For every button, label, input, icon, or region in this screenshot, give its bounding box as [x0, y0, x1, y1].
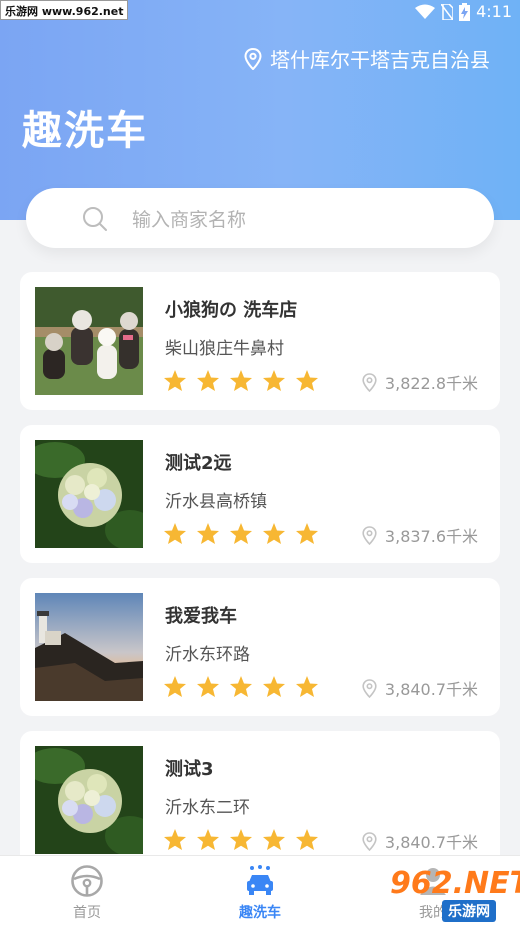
- page-title: 趣洗车: [22, 108, 148, 154]
- shop-address: 沂水东环路: [165, 645, 250, 665]
- search-icon: [83, 207, 107, 231]
- location-label: 塔什库尔干塔吉克自治县: [270, 48, 490, 72]
- rating-stars: [163, 675, 319, 698]
- shop-list: 小狼狗の 洗车店 柴山狼庄牛鼻村 3,822.8千米 测试2远 沂水县高桥镇 3…: [20, 272, 500, 884]
- search-input[interactable]: 输入商家名称: [26, 188, 494, 248]
- star-icon: [197, 523, 219, 544]
- location-pin-icon: [362, 831, 377, 851]
- star-icon: [164, 829, 186, 850]
- distance-label: 3,822.8千米: [384, 374, 478, 393]
- location-pin-icon: [362, 678, 377, 698]
- location-pin-icon: [244, 47, 262, 70]
- shop-distance: 3,822.8千米: [362, 370, 478, 394]
- distance-label: 3,840.7千米: [384, 680, 478, 699]
- watermark-site-text: 乐游网: [442, 900, 496, 922]
- rating-stars: [163, 369, 319, 392]
- star-icon: [263, 676, 285, 697]
- car-wash-icon: [247, 865, 273, 895]
- star-icon: [230, 829, 252, 850]
- star-icon: [197, 829, 219, 850]
- shop-thumbnail: [35, 746, 143, 854]
- star-icon: [230, 370, 252, 391]
- star-icon: [230, 523, 252, 544]
- star-icon: [197, 676, 219, 697]
- star-icon: [164, 370, 186, 391]
- tab-home[interactable]: 首页: [27, 864, 147, 922]
- rating-stars: [163, 828, 319, 851]
- shop-name: 小狼狗の 洗车店: [165, 300, 298, 321]
- location-selector[interactable]: 塔什库尔干塔吉克自治县: [244, 44, 490, 73]
- tab-home-label: 首页: [73, 905, 101, 921]
- steering-wheel-icon: [71, 865, 103, 897]
- star-icon: [296, 676, 318, 697]
- shop-card[interactable]: 我爱我车 沂水东环路 3,840.7千米: [20, 578, 500, 716]
- shop-address: 沂水东二环: [165, 798, 250, 818]
- status-bar: 乐游网 www.962.net 4:11: [0, 0, 520, 26]
- shop-thumbnail: [35, 593, 143, 701]
- watermark-top: 乐游网 www.962.net: [0, 0, 129, 20]
- star-icon: [197, 370, 219, 391]
- shop-name: 测试2远: [165, 453, 232, 474]
- location-pin-icon: [362, 372, 377, 392]
- dogs-photo: [35, 287, 143, 395]
- shop-thumbnail: [35, 440, 143, 548]
- tab-car-wash-label: 趣洗车: [239, 905, 281, 921]
- shop-distance: 3,840.7千米: [362, 676, 478, 700]
- shop-card[interactable]: 小狼狗の 洗车店 柴山狼庄牛鼻村 3,822.8千米: [20, 272, 500, 410]
- rating-stars: [163, 522, 319, 545]
- shop-card[interactable]: 测试3 沂水东二环 3,840.7千米: [20, 731, 500, 869]
- shop-address: 沂水县高桥镇: [165, 492, 267, 512]
- clock: 4:11: [476, 2, 512, 21]
- location-pin-icon: [362, 525, 377, 545]
- star-icon: [230, 676, 252, 697]
- flower-photo: [35, 746, 143, 854]
- tab-car-wash[interactable]: 趣洗车: [200, 864, 320, 922]
- star-icon: [164, 523, 186, 544]
- wifi-icon: [415, 4, 436, 19]
- shop-distance: 3,840.7千米: [362, 829, 478, 853]
- star-icon: [263, 523, 285, 544]
- flower-photo: [35, 440, 143, 548]
- lighthouse-photo: [35, 593, 143, 701]
- shop-name: 测试3: [165, 759, 214, 780]
- shop-distance: 3,837.6千米: [362, 523, 478, 547]
- no-sim-icon: [441, 3, 454, 20]
- star-icon: [263, 829, 285, 850]
- shop-card[interactable]: 测试2远 沂水县高桥镇 3,837.6千米: [20, 425, 500, 563]
- battery-charging-icon: [459, 2, 471, 21]
- shop-name: 我爱我车: [165, 606, 237, 627]
- star-icon: [296, 523, 318, 544]
- shop-thumbnail: [35, 287, 143, 395]
- star-icon: [296, 829, 318, 850]
- star-icon: [164, 676, 186, 697]
- distance-label: 3,837.6千米: [384, 527, 478, 546]
- star-icon: [263, 370, 285, 391]
- shop-address: 柴山狼庄牛鼻村: [165, 339, 284, 359]
- watermark-bottom: 962.NET 乐游网: [380, 866, 520, 922]
- star-icon: [296, 370, 318, 391]
- watermark-logo-text: 962.NET: [390, 866, 520, 901]
- distance-label: 3,840.7千米: [384, 833, 478, 852]
- status-icons: 4:11: [415, 2, 512, 21]
- search-placeholder: 输入商家名称: [132, 208, 247, 231]
